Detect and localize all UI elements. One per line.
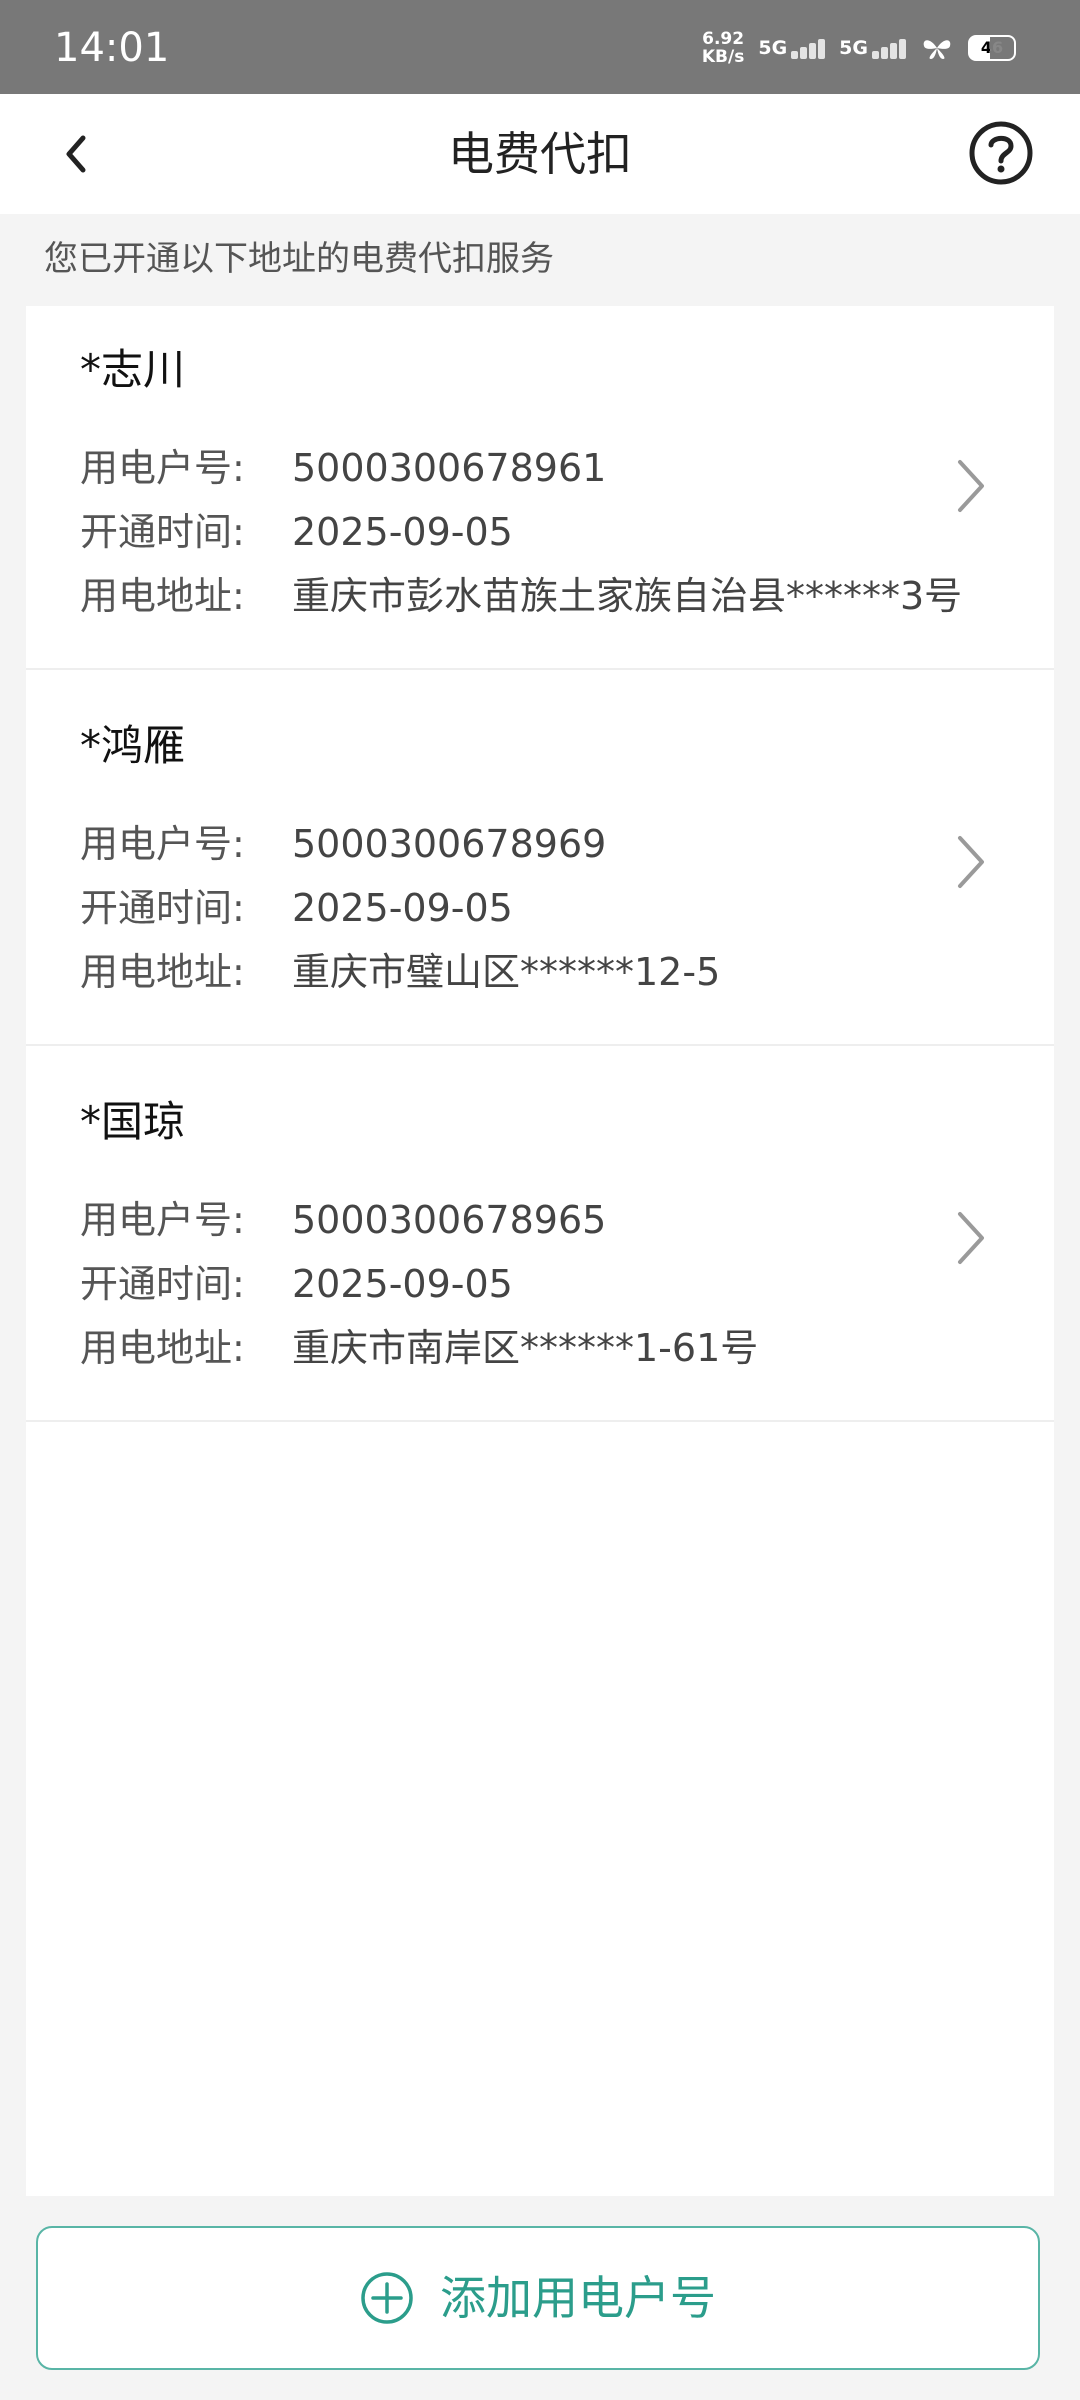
account-number-label: 用电户号: xyxy=(80,1198,245,1242)
help-button[interactable] xyxy=(968,120,1034,186)
address-row: 用电地址: 重庆市彭水苗族土家族自治县******3号 xyxy=(80,568,962,624)
add-account-button[interactable]: 添加用电户号 xyxy=(36,2226,1040,2370)
account-holder-name: *国琼 xyxy=(80,1097,186,1146)
opened-date-value: 2025-09-05 xyxy=(292,886,513,930)
account-number-row: 用电户号: 5000300678961 xyxy=(80,440,606,496)
account-list: *志川 用电户号: 5000300678961 开通时间: 2025-09-05… xyxy=(26,306,1054,2196)
network-speed-unit: KB/s xyxy=(701,47,745,67)
opened-date-row: 开通时间: 2025-09-05 xyxy=(80,1256,513,1312)
account-number-label: 用电户号: xyxy=(80,446,245,490)
account-holder-name: *鸿雁 xyxy=(80,721,186,770)
opened-date-label: 开通时间: xyxy=(80,886,245,930)
battery-level: 46 xyxy=(980,38,1004,57)
address-value: 重庆市彭水苗族土家族自治县******3号 xyxy=(292,574,963,618)
account-card[interactable]: *国琼 用电户号: 5000300678965 开通时间: 2025-09-05… xyxy=(26,1058,1054,1422)
opened-date-label: 开通时间: xyxy=(80,1262,245,1306)
chevron-right-icon xyxy=(958,1212,984,1264)
network-speed-value: 6.92 xyxy=(702,29,745,49)
sim1-signal-icon: 5G xyxy=(758,37,826,59)
account-card[interactable]: *志川 用电户号: 5000300678961 开通时间: 2025-09-05… xyxy=(26,306,1054,670)
account-number-value: 5000300678965 xyxy=(292,1198,607,1242)
header-bar: 电费代扣 xyxy=(0,94,1080,214)
plus-circle-icon xyxy=(361,2272,413,2324)
address-value: 重庆市南岸区******1-61号 xyxy=(292,1326,759,1370)
opened-date-row: 开通时间: 2025-09-05 xyxy=(80,880,513,936)
status-time: 14:01 xyxy=(54,25,170,71)
account-number-label: 用电户号: xyxy=(80,822,245,866)
account-number-row: 用电户号: 5000300678969 xyxy=(80,816,606,872)
opened-date-row: 开通时间: 2025-09-05 xyxy=(80,504,513,560)
account-card[interactable]: *鸿雁 用电户号: 5000300678969 开通时间: 2025-09-05… xyxy=(26,682,1054,1046)
add-account-label: 添加用电户号 xyxy=(440,2271,716,2325)
account-number-row: 用电户号: 5000300678965 xyxy=(80,1192,606,1248)
sim2-signal-icon: 5G xyxy=(839,37,906,59)
butterfly-icon xyxy=(923,40,951,59)
address-label: 用电地址: xyxy=(80,574,245,618)
account-number-value: 5000300678969 xyxy=(292,822,607,866)
chevron-right-icon xyxy=(958,460,984,512)
status-indicators: 6.92 KB/s 5G 5G 46 xyxy=(702,26,1016,70)
account-number-value: 5000300678961 xyxy=(292,446,607,490)
sim1-label: 5G xyxy=(758,37,788,59)
address-value: 重庆市璧山区******12-5 xyxy=(292,950,721,994)
account-holder-name: *志川 xyxy=(80,345,186,394)
address-row: 用电地址: 重庆市璧山区******12-5 xyxy=(80,944,720,1000)
sim2-label: 5G xyxy=(839,37,868,59)
page-title: 电费代扣 xyxy=(448,127,632,181)
address-label: 用电地址: xyxy=(80,950,245,994)
battery-icon: 46 xyxy=(968,35,1016,61)
opened-date-value: 2025-09-05 xyxy=(292,1262,513,1306)
network-speed: 6.92 KB/s xyxy=(702,30,744,66)
opened-date-value: 2025-09-05 xyxy=(292,510,513,554)
address-row: 用电地址: 重庆市南岸区******1-61号 xyxy=(80,1320,758,1376)
address-label: 用电地址: xyxy=(80,1326,245,1370)
service-description: 您已开通以下地址的电费代扣服务 xyxy=(44,239,554,279)
chevron-right-icon xyxy=(958,836,984,888)
opened-date-label: 开通时间: xyxy=(80,510,245,554)
status-bar: 14:01 6.92 KB/s 5G 5G 46 xyxy=(0,0,1080,94)
